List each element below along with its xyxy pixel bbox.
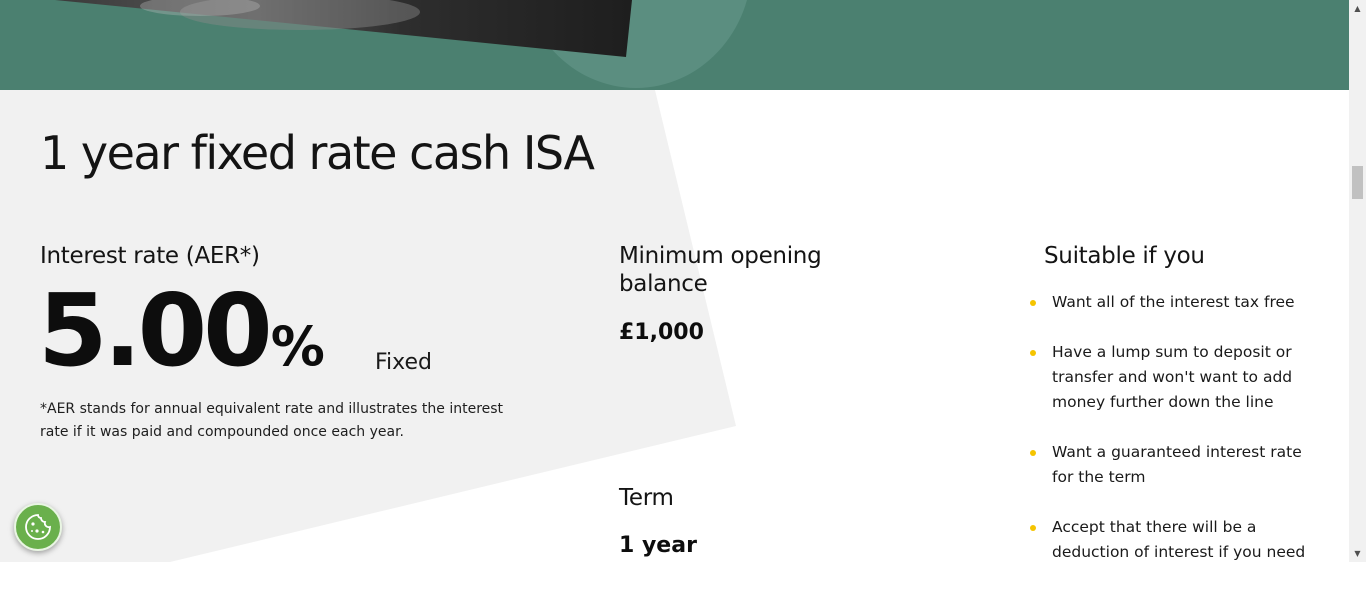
list-item: Accept that there will be a deduction of… [1030,515,1320,565]
bullet-icon [1030,525,1036,531]
vertical-scrollbar[interactable]: ▲ ▼ [1349,0,1366,562]
interest-rate-label: Interest rate (AER*) [40,243,260,269]
minimum-balance-value: £1,000 [619,320,704,345]
minimum-balance-label: Minimum opening balance [619,243,822,297]
interest-rate-percent-symbol: % [270,315,325,378]
cookie-icon [25,514,51,540]
suitable-item-text: Have a lump sum to deposit or transfer a… [1052,343,1293,411]
suitable-item-text: Accept that there will be a deduction of… [1052,518,1306,561]
bullet-icon [1030,450,1036,456]
term-value: 1 year [619,533,697,558]
scroll-up-icon[interactable]: ▲ [1349,0,1366,17]
page-title: 1 year fixed rate cash ISA [40,126,595,180]
hero-banner [0,0,1349,90]
suitable-heading: Suitable if you [1044,243,1205,269]
list-item: Have a lump sum to deposit or transfer a… [1030,340,1320,415]
scrollbar-thumb[interactable] [1352,166,1363,199]
cookie-settings-button[interactable] [14,503,62,551]
suitable-item-text: Want a guaranteed interest rate for the … [1052,443,1302,486]
list-item: Want a guaranteed interest rate for the … [1030,440,1320,490]
rate-type-label: Fixed [375,350,433,375]
interest-rate-value: 5.00 [38,272,273,389]
hero-photo [55,0,632,57]
suitable-list: Want all of the interest tax free Have a… [1030,290,1320,590]
suitable-item-text: Want all of the interest tax free [1052,293,1295,311]
aer-footnote: *AER stands for annual equivalent rate a… [40,401,504,440]
scroll-down-icon[interactable]: ▼ [1349,545,1366,562]
list-item: Want all of the interest tax free [1030,290,1320,315]
interest-rate: 5.00% [38,272,325,389]
term-label: Term [619,485,674,511]
bullet-icon [1030,300,1036,306]
bullet-icon [1030,350,1036,356]
